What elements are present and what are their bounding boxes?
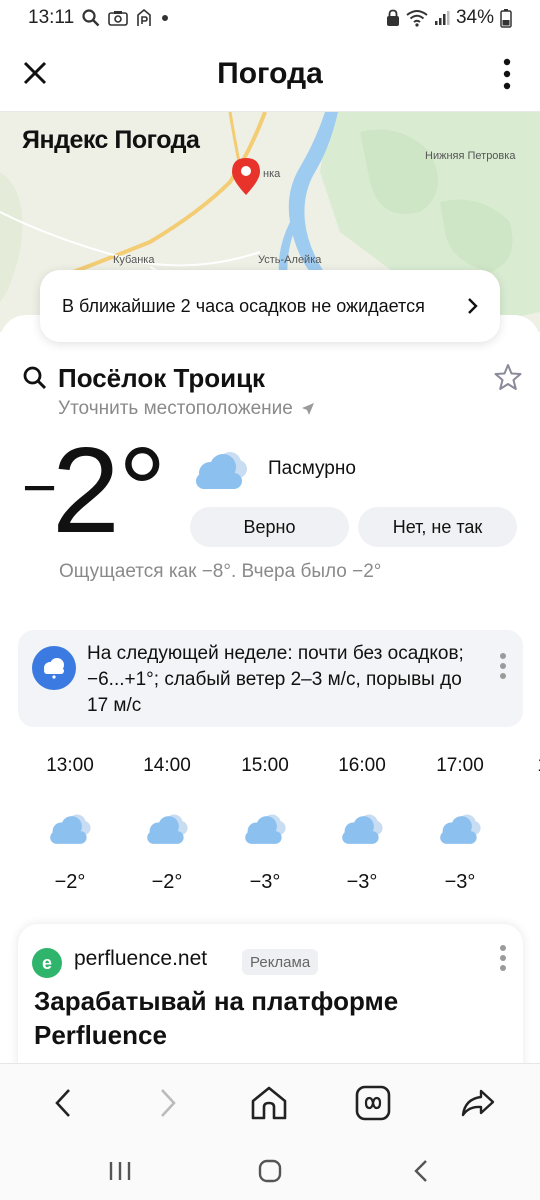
weekly-forecast-text: На следующей неделе: почти без осадков; …: [87, 643, 464, 716]
chevron-right-icon: [468, 298, 478, 314]
hour-time: 15:00: [241, 755, 289, 776]
share-button[interactable]: [453, 1080, 503, 1126]
home-nav-button[interactable]: [245, 1153, 295, 1189]
location-name[interactable]: Посёлок Троицк: [58, 363, 265, 394]
battery-icon: [500, 9, 512, 28]
chevron-right-icon: [161, 1089, 176, 1117]
back-button[interactable]: [38, 1080, 88, 1126]
search-icon[interactable]: [22, 365, 48, 391]
more-options-button[interactable]: [492, 54, 522, 94]
cloudy-icon: [147, 814, 188, 844]
screenshot-icon: [108, 11, 128, 26]
map-label: Усть-Алейка: [258, 254, 322, 266]
browser-toolbar: [0, 1063, 540, 1143]
map-label: Кубанка: [113, 254, 155, 266]
cloudy-icon: [196, 452, 247, 489]
star-icon[interactable]: [494, 363, 522, 391]
temperature-sign: −: [22, 454, 57, 521]
back-nav-icon: [414, 1160, 427, 1182]
hourly-item: 16:00 −3°: [317, 755, 407, 894]
back-nav-button[interactable]: [396, 1153, 446, 1189]
status-bar: 13:11 34%: [0, 0, 540, 36]
hourly-item: 1: [490, 755, 540, 781]
hour-temp: −3°: [346, 871, 378, 893]
more-vertical-icon: [503, 58, 511, 90]
home-icon: [251, 1086, 287, 1120]
recent-apps-icon: [109, 1162, 131, 1180]
chevron-left-icon: [55, 1089, 70, 1117]
ad-domain: perfluence.net: [74, 947, 208, 970]
refine-location-label: Уточнить местоположение: [58, 398, 293, 419]
battery-percent: 34%: [455, 7, 494, 28]
ad-card[interactable]: e perfluence.net Реклама Зарабатывай на …: [18, 924, 523, 1074]
system-nav-bar: [0, 1143, 540, 1200]
precipitation-card[interactable]: В ближайшие 2 часа осадков не ожидается: [40, 270, 500, 342]
hour-temp: −3°: [249, 871, 281, 893]
search-icon: [82, 9, 100, 27]
tabs-icon: [355, 1085, 391, 1121]
location-arrow-icon: [301, 403, 314, 415]
ad-badge: Реклама: [242, 949, 319, 975]
map-label: нка: [263, 168, 281, 180]
close-icon: [23, 61, 47, 85]
refine-location-link[interactable]: Уточнить местоположение: [58, 398, 315, 420]
wifi-icon: [406, 10, 428, 27]
hour-temp: −2°: [54, 871, 86, 893]
hour-temp: −2°: [151, 871, 183, 893]
hour-time: 14:00: [143, 755, 191, 776]
cloudy-icon: [342, 814, 383, 844]
map-brand-logo: Яндекс Погода: [22, 126, 200, 154]
forward-button[interactable]: [143, 1080, 193, 1126]
tabs-button[interactable]: [348, 1080, 398, 1126]
reject-weather-button[interactable]: Нет, не так: [358, 507, 517, 547]
recent-apps-button[interactable]: [95, 1153, 145, 1189]
precipitation-text: В ближайшие 2 часа осадков не ожидается: [62, 295, 425, 316]
hourly-item: 13:00 −2°: [25, 755, 115, 894]
more-vertical-icon[interactable]: [499, 944, 507, 972]
condition-row: Пасмурно: [192, 445, 356, 493]
parking-icon: [137, 9, 151, 26]
signal-icon: [434, 11, 450, 25]
weekly-forecast-card[interactable]: На следующей неделе: почти без осадков; …: [18, 630, 523, 727]
more-vertical-icon[interactable]: [499, 652, 507, 680]
hour-temp: −3°: [444, 871, 476, 893]
cloudy-icon: [50, 814, 91, 844]
app-header: Погода: [0, 36, 540, 112]
close-button[interactable]: [18, 56, 52, 90]
ad-logo: e: [32, 948, 62, 978]
hour-time: 16:00: [338, 755, 386, 776]
hour-time: 13:00: [46, 755, 94, 776]
confirm-weather-button[interactable]: Верно: [190, 507, 349, 547]
map-label: Нижняя Петровка: [425, 150, 516, 162]
share-icon: [461, 1089, 495, 1117]
snow-icon: [32, 646, 76, 690]
hourly-forecast[interactable]: 13:00 −2° 14:00 −2° 15:00 −3° 16:00 −3° …: [0, 755, 540, 895]
home-circle-icon: [258, 1159, 282, 1183]
status-time: 13:11: [28, 7, 75, 28]
cloudy-icon: [440, 814, 481, 844]
hourly-item: 15:00 −3°: [220, 755, 310, 894]
condition-text: Пасмурно: [268, 458, 356, 479]
page-title: Погода: [217, 56, 323, 90]
feels-like-text: Ощущается как −8°. Вчера было −2°: [59, 561, 382, 582]
hour-time: 1: [490, 755, 540, 781]
cloudy-icon: [245, 814, 286, 844]
ad-title: Зарабатывай на платформе Perfluence: [34, 986, 399, 1050]
dot-icon: [162, 15, 169, 21]
temperature-value: 2°: [52, 422, 167, 558]
lock-icon: [386, 9, 399, 26]
location-row: Посёлок Троицк: [22, 363, 522, 393]
hourly-item: 14:00 −2°: [122, 755, 212, 894]
current-temperature: − 2°: [22, 422, 192, 558]
home-button[interactable]: [244, 1080, 294, 1126]
